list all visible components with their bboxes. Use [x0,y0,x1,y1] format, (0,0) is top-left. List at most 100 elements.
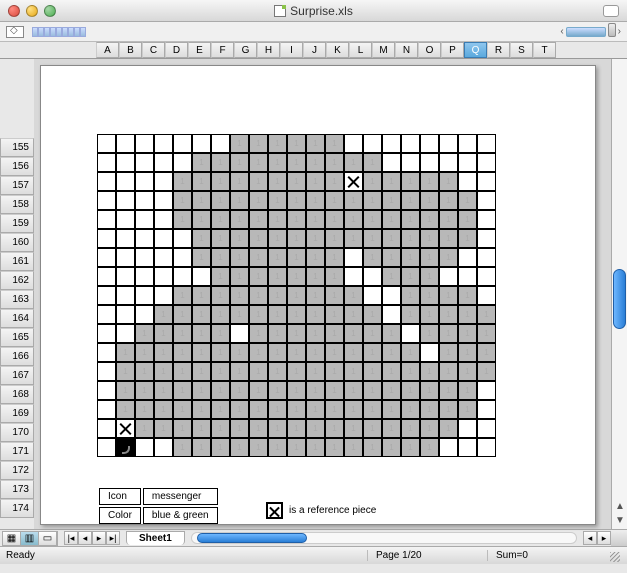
toolbar-toggle-button[interactable] [603,5,619,17]
grid-cell[interactable]: 1 [287,419,306,438]
grid-cell[interactable]: 1 [173,305,192,324]
grid-cell[interactable]: 1 [249,248,268,267]
grid-cell[interactable] [116,191,135,210]
grid-cell[interactable]: 1 [230,362,249,381]
view-normal-button[interactable]: ▦ [3,532,21,545]
grid-cell[interactable]: 1 [211,419,230,438]
grid-cell[interactable]: 1 [192,153,211,172]
grid-cell[interactable] [116,438,135,457]
view-page-layout-button[interactable]: ▥ [21,532,39,545]
grid-cell[interactable]: 1 [230,172,249,191]
grid-cell[interactable]: 1 [268,153,287,172]
grid-cell[interactable]: 1 [420,438,439,457]
grid-cell[interactable] [154,191,173,210]
grid-cell[interactable]: 1 [287,191,306,210]
grid-cell[interactable]: 1 [135,381,154,400]
grid-cell[interactable]: 1 [268,343,287,362]
grid-cell[interactable]: 1 [325,248,344,267]
grid-cell[interactable]: 1 [249,419,268,438]
grid-cell[interactable]: 1 [192,419,211,438]
view-preview-button[interactable]: ▭ [39,532,57,545]
grid-cell[interactable]: 1 [211,381,230,400]
horizontal-scroll-thumb[interactable] [197,533,307,543]
grid-cell[interactable] [135,267,154,286]
grid-cell[interactable]: 1 [192,343,211,362]
grid-cell[interactable] [477,419,496,438]
grid-cell[interactable]: 1 [363,400,382,419]
grid-cell[interactable]: 1 [458,400,477,419]
zoom-in-icon[interactable]: › [618,26,621,37]
grid-cell[interactable] [344,267,363,286]
row-header-166[interactable]: 166 [0,347,34,366]
grid-cell[interactable]: 1 [439,362,458,381]
grid-cell[interactable]: 1 [344,229,363,248]
grid-cell[interactable]: 1 [363,229,382,248]
grid-cell[interactable]: 1 [420,172,439,191]
grid-cell[interactable] [173,153,192,172]
grid-cell[interactable] [154,248,173,267]
grid-cell[interactable] [401,134,420,153]
grid-cell[interactable] [97,438,116,457]
row-header-169[interactable]: 169 [0,404,34,423]
grid-cell[interactable] [97,191,116,210]
grid-cell[interactable]: 1 [287,248,306,267]
grid-cell[interactable] [363,267,382,286]
grid-cell[interactable] [97,324,116,343]
grid-cell[interactable]: 1 [306,267,325,286]
grid-cell[interactable]: 1 [116,362,135,381]
grid-cell[interactable]: 1 [420,248,439,267]
zoom-out-icon[interactable]: ‹ [560,26,563,37]
grid-cell[interactable]: 1 [306,362,325,381]
grid-cell[interactable]: 1 [268,438,287,457]
grid-cell[interactable]: 1 [192,172,211,191]
grid-cell[interactable]: 1 [268,267,287,286]
grid-cell[interactable]: 1 [306,305,325,324]
first-sheet-button[interactable]: |◂ [64,531,78,545]
grid-cell[interactable] [363,286,382,305]
grid-cell[interactable]: 1 [439,419,458,438]
column-header-S[interactable]: S [510,42,533,58]
column-header-M[interactable]: M [372,42,395,58]
grid-cell[interactable]: 1 [211,153,230,172]
grid-cell[interactable]: 1 [230,229,249,248]
column-header-J[interactable]: J [303,42,326,58]
grid-cell[interactable] [135,153,154,172]
grid-cell[interactable]: 1 [173,362,192,381]
grid-cell[interactable]: 1 [477,305,496,324]
column-header-K[interactable]: K [326,42,349,58]
grid-cell[interactable]: 1 [325,438,344,457]
grid-cell[interactable]: 1 [268,305,287,324]
grid-cell[interactable]: 1 [249,381,268,400]
grid-cell[interactable]: 1 [306,153,325,172]
grid-cell[interactable]: 1 [306,248,325,267]
grid-cell[interactable] [97,134,116,153]
column-header-D[interactable]: D [165,42,188,58]
grid-cell[interactable]: 1 [363,343,382,362]
scroll-left-icon[interactable]: ◂ [583,531,597,545]
grid-cell[interactable] [477,381,496,400]
grid-cell[interactable]: 1 [173,381,192,400]
grid-cell[interactable]: 1 [382,248,401,267]
grid-cell[interactable] [477,400,496,419]
grid-cell[interactable]: 1 [154,400,173,419]
grid-cell[interactable]: 1 [268,286,287,305]
grid-cell[interactable]: 1 [420,419,439,438]
grid-cell[interactable]: 1 [192,362,211,381]
grid-cell[interactable] [116,229,135,248]
column-header-L[interactable]: L [349,42,372,58]
grid-cell[interactable] [344,172,363,191]
grid-cell[interactable]: 1 [420,210,439,229]
grid-cell[interactable]: 1 [173,286,192,305]
grid-cell[interactable] [211,134,230,153]
zoom-slider-track[interactable] [566,27,606,37]
grid-cell[interactable]: 1 [363,172,382,191]
grid-cell[interactable]: 1 [211,343,230,362]
column-header-B[interactable]: B [119,42,142,58]
row-header-164[interactable]: 164 [0,309,34,328]
grid-cell[interactable]: 1 [287,381,306,400]
row-header-167[interactable]: 167 [0,366,34,385]
grid-cell[interactable]: 1 [420,362,439,381]
grid-cell[interactable]: 1 [344,305,363,324]
grid-cell[interactable]: 1 [268,400,287,419]
grid-cell[interactable]: 1 [439,305,458,324]
